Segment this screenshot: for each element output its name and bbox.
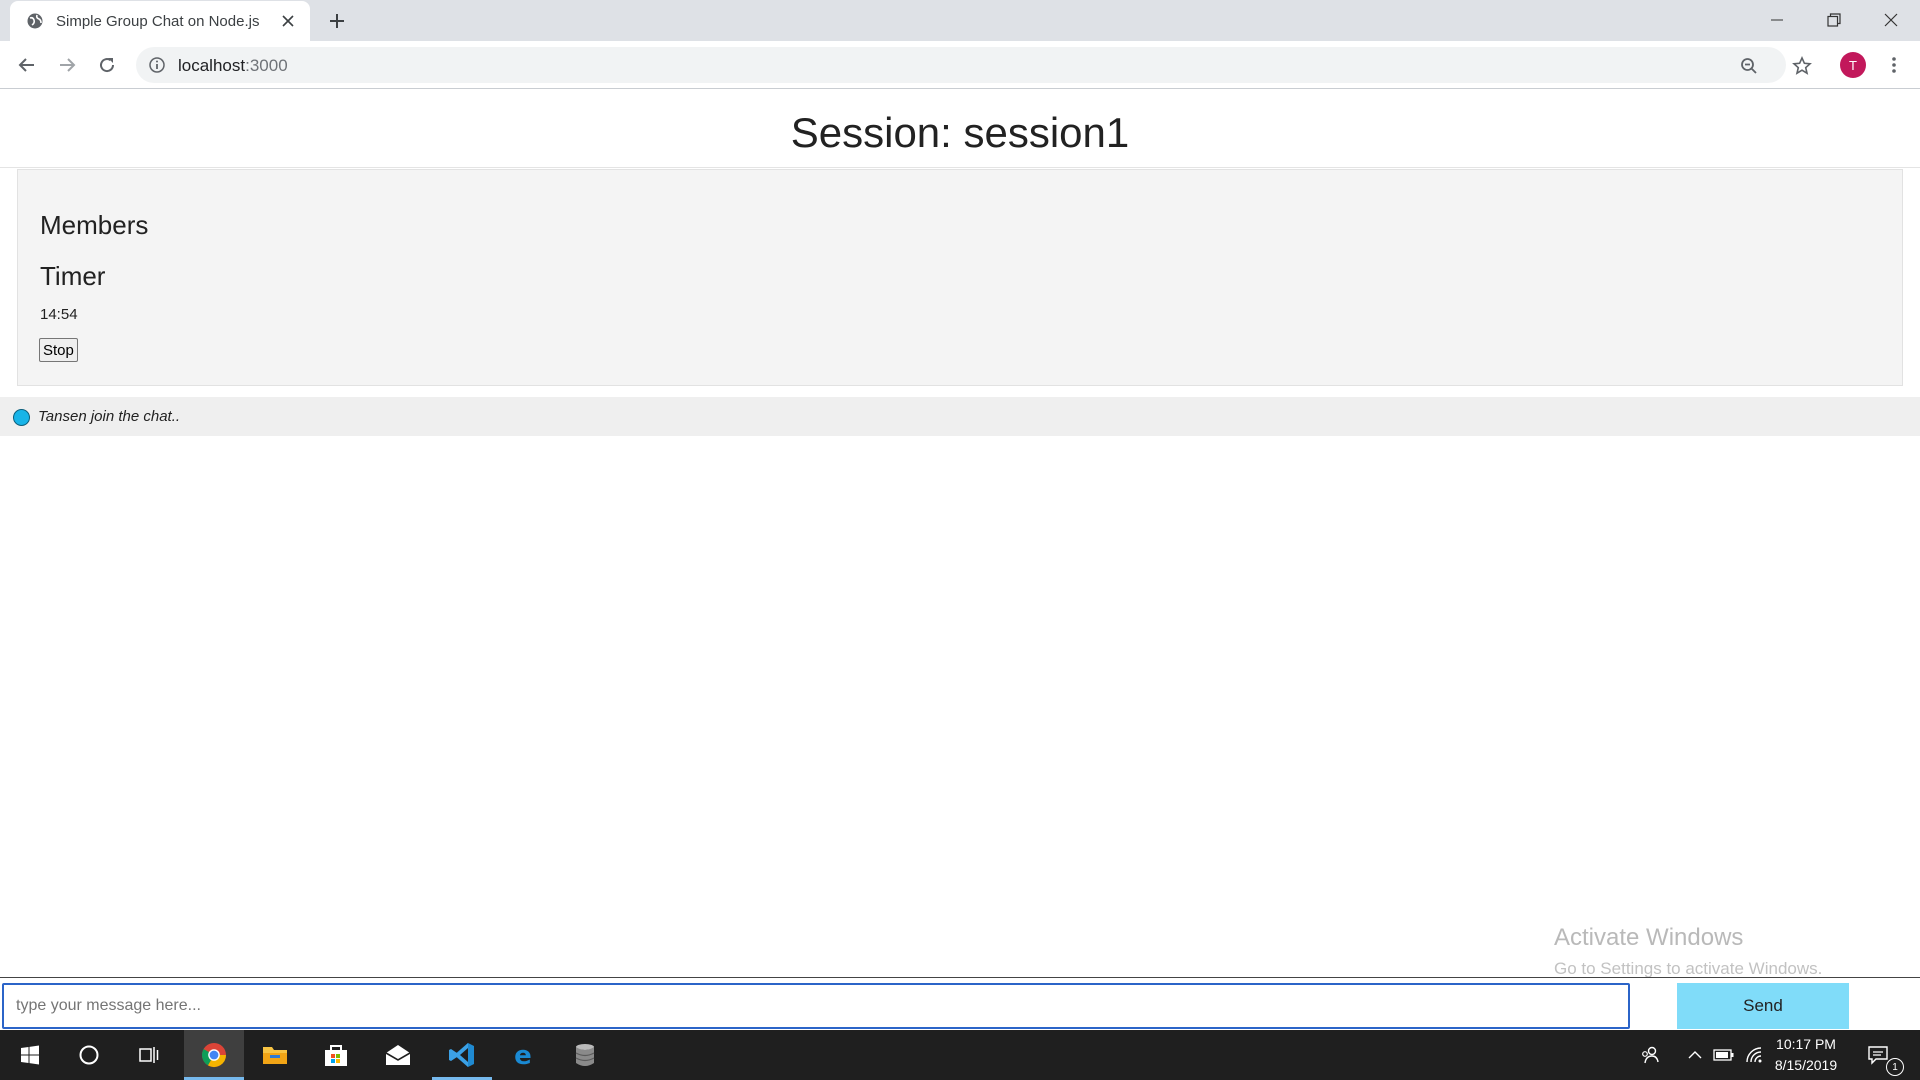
chat-notice: Tansen join the chat..: [0, 397, 1920, 436]
clock-date: 8/15/2019: [1774, 1057, 1838, 1073]
back-icon[interactable]: [11, 49, 43, 81]
task-view-icon[interactable]: [119, 1030, 179, 1080]
stop-button[interactable]: Stop: [39, 338, 78, 362]
url-text: localhost:3000: [178, 56, 288, 75]
chevron-up-icon[interactable]: [1682, 1042, 1708, 1068]
star-icon[interactable]: [1791, 55, 1813, 77]
edge-icon[interactable]: e: [493, 1030, 553, 1080]
start-icon[interactable]: [0, 1030, 60, 1080]
close-window-icon[interactable]: [1862, 0, 1919, 40]
chrome-icon[interactable]: [184, 1030, 244, 1080]
file-explorer-icon[interactable]: [245, 1030, 305, 1080]
windows-taskbar: e 10:17 PM 8/15/2019 1: [0, 1030, 1920, 1080]
new-tab-button[interactable]: [324, 8, 350, 34]
notification-count-badge: 1: [1886, 1058, 1904, 1076]
tab-close-icon[interactable]: [278, 11, 298, 31]
tab-title: Simple Group Chat on Node.js: [56, 12, 260, 30]
page-header: Session: session1: [0, 89, 1920, 168]
people-icon[interactable]: [1637, 1042, 1663, 1068]
activate-windows-subtitle: Go to Settings to activate Windows.: [1554, 959, 1823, 977]
address-bar[interactable]: localhost:3000: [136, 47, 1786, 83]
globe-icon: [26, 12, 44, 30]
restore-icon[interactable]: [1805, 0, 1862, 40]
store-icon[interactable]: [306, 1030, 366, 1080]
clock-time: 10:17 PM: [1776, 1036, 1836, 1052]
notice-text: Tansen join the chat..: [38, 408, 181, 425]
wifi-icon[interactable]: [1742, 1042, 1768, 1068]
members-heading: Members: [40, 210, 149, 240]
send-button[interactable]: Send: [1677, 983, 1849, 1029]
compose-bar: Send: [0, 977, 1920, 1031]
reload-icon[interactable]: [91, 49, 123, 81]
session-panel: Members Timer 14:54 Stop: [17, 169, 1903, 386]
browser-tab[interactable]: Simple Group Chat on Node.js: [10, 1, 310, 41]
browser-tab-strip: Simple Group Chat on Node.js: [0, 0, 1920, 41]
site-info-icon[interactable]: [148, 56, 166, 74]
taskbar-clock[interactable]: 10:17 PM 8/15/2019: [1770, 1034, 1842, 1076]
svg-text:e: e: [514, 1042, 532, 1068]
activate-windows-title: Activate Windows: [1554, 924, 1744, 951]
minimize-icon[interactable]: [1748, 0, 1805, 40]
bookmark-star-icon[interactable]: [1759, 55, 1781, 77]
profile-avatar[interactable]: T: [1840, 52, 1866, 78]
vscode-icon[interactable]: [432, 1030, 492, 1080]
timer-value: 14:54: [40, 306, 78, 323]
browser-toolbar: localhost:3000 T: [0, 41, 1920, 89]
forward-icon[interactable]: [51, 49, 83, 81]
zoom-icon[interactable]: [1738, 55, 1760, 77]
message-input[interactable]: [2, 983, 1630, 1029]
database-icon[interactable]: [555, 1030, 615, 1080]
cortana-icon[interactable]: [59, 1030, 119, 1080]
status-dot-icon: [13, 409, 30, 426]
page-title: Session: session1: [790, 109, 1130, 156]
more-menu-icon[interactable]: [1884, 53, 1904, 77]
mail-icon[interactable]: [368, 1030, 428, 1080]
timer-heading: Timer: [40, 261, 106, 291]
battery-icon[interactable]: [1711, 1042, 1737, 1068]
